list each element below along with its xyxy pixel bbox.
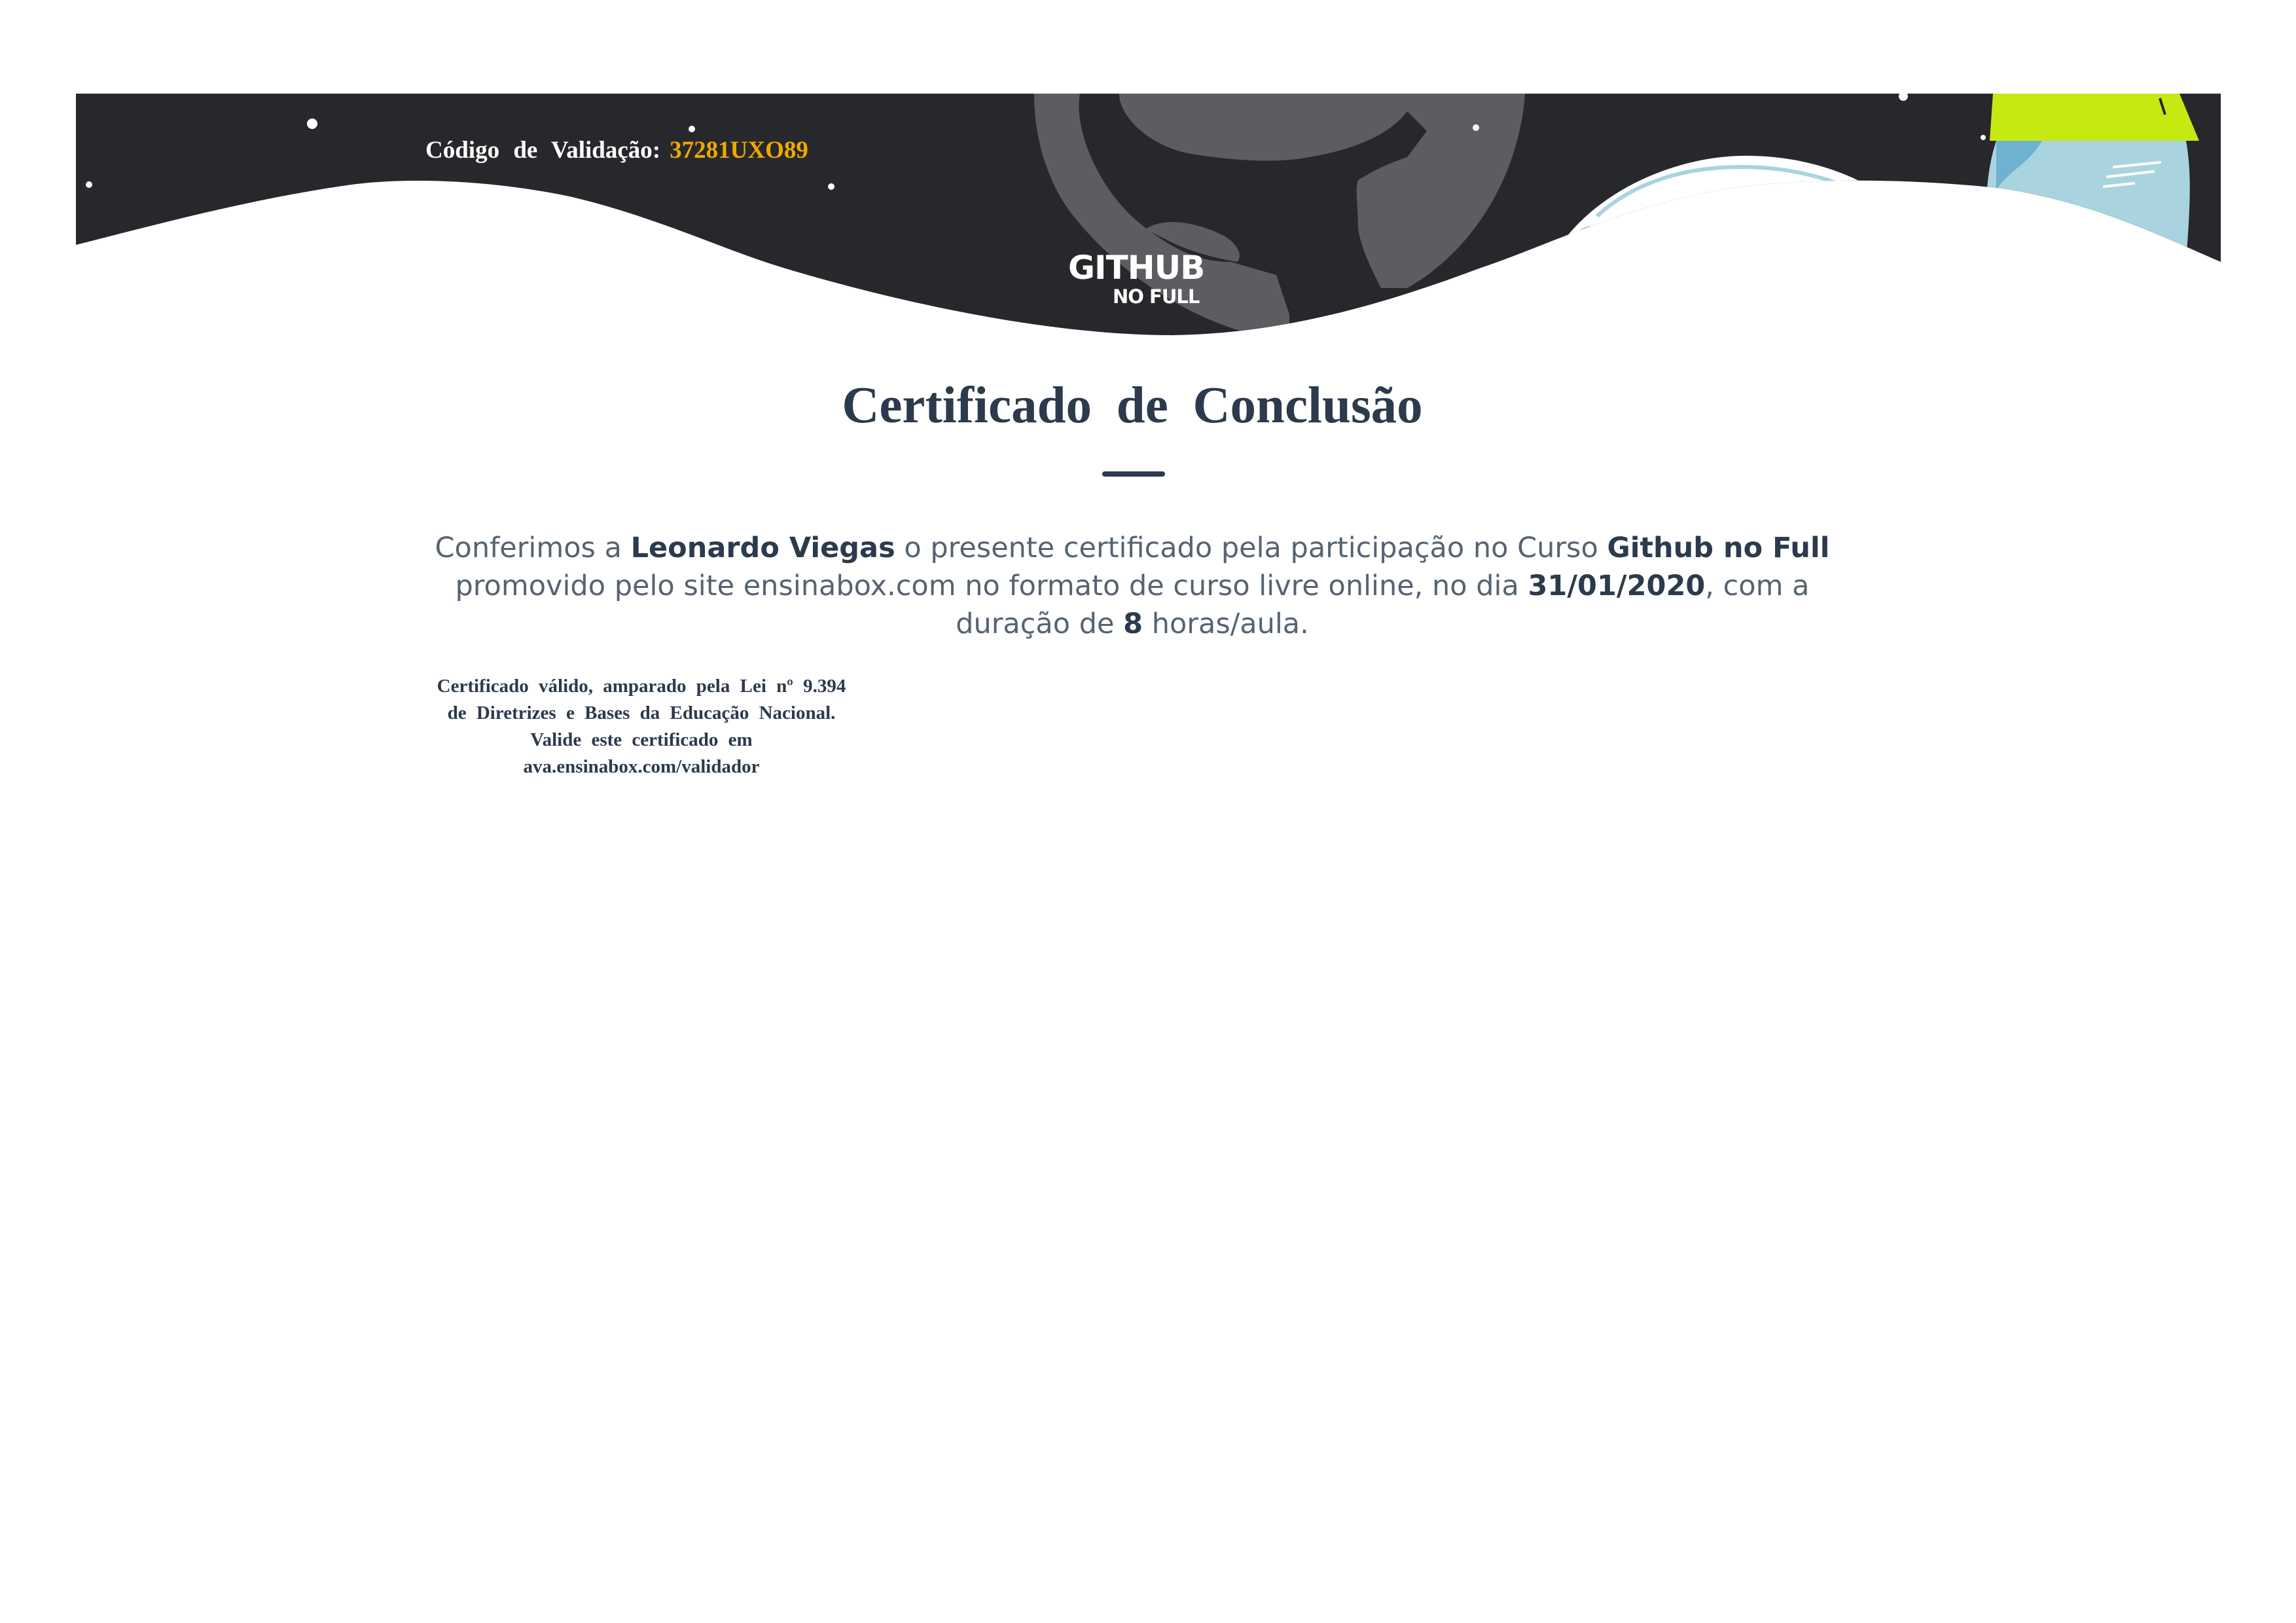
logo-text-primary: GITHUB bbox=[1068, 249, 1205, 287]
validation-code-line: Código de Validação: 37281UXO89 bbox=[425, 136, 808, 164]
student-name: Leonardo Viegas bbox=[630, 532, 895, 564]
legal-line-3: Valide este certificado em bbox=[530, 729, 753, 750]
completion-date: 31/01/2020 bbox=[1528, 570, 1706, 602]
text-after-name: o presente certificado pela participação… bbox=[904, 532, 1598, 564]
text-after-course: promovido pelo site ensinabox.com no for… bbox=[455, 570, 1519, 602]
course-name: Github no Full bbox=[1607, 532, 1830, 564]
legal-line-4: ava.ensinabox.com/validador bbox=[523, 756, 760, 777]
certificate-body: Conferimos a Leonardo Viegas o presente … bbox=[419, 529, 1846, 643]
logo-text-secondary: NO FULL bbox=[1113, 285, 1200, 308]
legal-line-2: de Diretrizes e Bases da Educação Nacion… bbox=[447, 702, 836, 723]
legal-line-1: Certificado válido, amparado pela Lei nº… bbox=[437, 676, 846, 697]
certificate-title: Certificado de Conclusão bbox=[842, 377, 1423, 434]
title-divider bbox=[1102, 471, 1165, 477]
validation-code: 37281UXO89 bbox=[670, 137, 808, 164]
rocket-illustration bbox=[1986, 94, 2199, 262]
intro-text: Conferimos a bbox=[435, 532, 622, 564]
github-no-full-logo: GITHUB NO FULL bbox=[1060, 249, 1205, 314]
course-hours: 8 bbox=[1123, 608, 1143, 640]
validation-label: Código de Validação: bbox=[425, 137, 661, 164]
hours-unit: horas/aula. bbox=[1151, 608, 1309, 640]
legal-notice: Certificado válido, amparado pela Lei nº… bbox=[412, 673, 870, 780]
